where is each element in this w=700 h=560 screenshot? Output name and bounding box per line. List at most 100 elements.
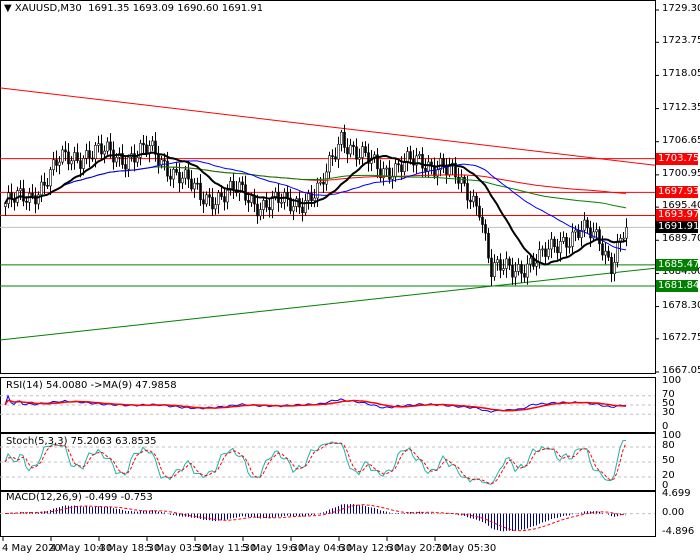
candle-body [157, 153, 160, 166]
candle-body [427, 161, 430, 172]
candle-body [466, 183, 469, 201]
candle-body [331, 155, 334, 158]
candle-body [40, 181, 43, 196]
price-axis-label: 1678.30 [662, 299, 700, 311]
candle-body [73, 152, 76, 162]
candle-body [94, 145, 97, 160]
moving-average-50 [4, 160, 627, 251]
candle-body [514, 271, 517, 278]
rsi-ma-line [4, 399, 627, 412]
candle-body [301, 206, 304, 213]
candle-body [448, 165, 451, 176]
candle-body [22, 188, 25, 202]
candle-body [196, 182, 199, 185]
candle-body [349, 144, 352, 155]
candle-body [550, 238, 553, 250]
candle-body [493, 262, 496, 278]
candle-body [346, 147, 349, 155]
candle-body [328, 155, 331, 173]
candle-body [553, 238, 556, 248]
candle-body [142, 142, 145, 146]
candle-body [607, 250, 610, 258]
rsi-line [4, 394, 627, 413]
candle-body [406, 151, 409, 163]
candle-body [169, 175, 172, 180]
rsi-title: RSI(14) 54.0080 ->MA(9) 47.9858 [6, 380, 177, 391]
candle-body [100, 143, 103, 155]
price-tag: 1685.47 [656, 258, 700, 271]
candle-body [70, 160, 73, 165]
candle-body [25, 200, 28, 203]
price-axis-label: 1672.75 [662, 331, 700, 343]
candle-body [58, 161, 61, 166]
candle-body [265, 200, 268, 208]
candle-body [178, 172, 181, 184]
panel-frame [0, 0, 656, 374]
candle-body [148, 145, 151, 154]
candle-body [208, 194, 211, 198]
candle-body [151, 140, 154, 146]
candle-body [502, 268, 505, 271]
candle-body [61, 149, 64, 163]
stoch-axis-label: 50 [662, 455, 675, 466]
candle-body [256, 203, 259, 217]
candle-body [223, 196, 226, 203]
price-axis-label: 1718.05 [662, 68, 700, 80]
chart-canvas[interactable] [0, 0, 700, 560]
macd-title: MACD(12,26,9) -0.499 -0.753 [6, 492, 153, 503]
candle-body [250, 195, 253, 203]
candle-body [217, 192, 220, 205]
candle-body [241, 181, 244, 186]
candle-body [481, 216, 484, 225]
candle-body [487, 232, 490, 259]
ohlc-values: 1691.35 1693.09 1690.60 1691.91 [88, 3, 264, 14]
candle-body [262, 200, 265, 210]
candle-body [508, 258, 511, 266]
candle-body [247, 200, 250, 203]
candle-body [181, 177, 184, 184]
candle-body [145, 144, 148, 154]
rsi-axis-label: 100 [662, 375, 682, 386]
candle-body [511, 265, 514, 278]
candle-body [403, 161, 406, 172]
trading-chart[interactable]: ▼ XAUUSD,M30 1691.35 1693.09 1690.60 169… [0, 0, 700, 560]
candle-body [526, 263, 529, 278]
candle-body [211, 196, 214, 210]
candle-body [79, 160, 82, 169]
collapse-triangle-icon[interactable]: ▼ [4, 3, 15, 14]
candle-body [49, 169, 52, 187]
candle-body [316, 182, 319, 199]
price-tag: 1681.84 [656, 279, 700, 292]
candle-body [313, 197, 316, 201]
candle-body [586, 219, 589, 229]
candle-body [562, 237, 565, 242]
macd-axis-label: 4.699 [662, 488, 691, 499]
candle-body [220, 192, 223, 197]
candle-body [202, 199, 205, 205]
candle-body [496, 259, 499, 263]
candle-body [364, 146, 367, 154]
candle-body [472, 195, 475, 203]
candle-body [409, 151, 412, 160]
candle-body [391, 176, 394, 180]
candle-body [601, 243, 604, 256]
candle-body [598, 229, 601, 245]
candle-body [457, 176, 460, 184]
candle-body [187, 169, 190, 180]
trend-line [0, 87, 656, 166]
candle-body [175, 169, 178, 173]
candle-body [109, 141, 112, 151]
candle-body [529, 258, 532, 265]
candle-body [91, 157, 94, 160]
candle-body [76, 152, 79, 161]
candle-body [133, 153, 136, 163]
price-tag: 1697.93 [656, 186, 700, 199]
candle-body [358, 157, 361, 160]
candle-body [499, 259, 502, 271]
candle-body [559, 241, 562, 254]
candle-body [52, 159, 55, 170]
candle-body [355, 146, 358, 160]
candle-body [214, 204, 217, 210]
candle-body [613, 262, 616, 275]
stoch-title: Stoch(5,3,3) 75.2063 63.8535 [6, 436, 157, 447]
